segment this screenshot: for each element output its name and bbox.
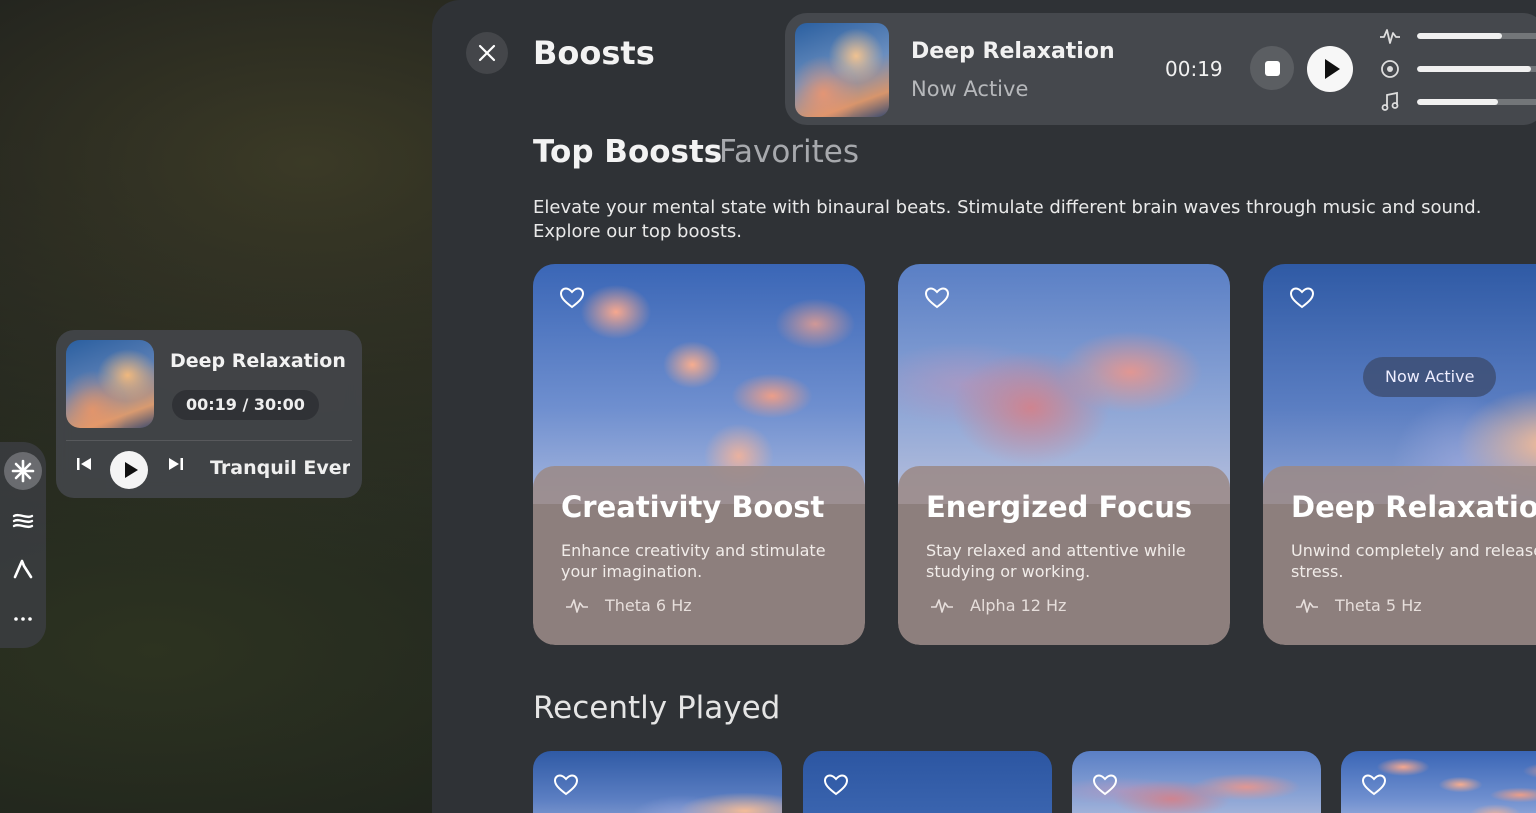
mini-player-time: 00:19 / 30:00 <box>172 390 319 420</box>
card-info-panel: Deep Relaxation Unwind completely and re… <box>1263 466 1536 645</box>
stop-button[interactable] <box>1250 46 1294 90</box>
boost-card-focus[interactable]: Energized Focus Stay relaxed and attenti… <box>898 264 1230 645</box>
play-button[interactable] <box>1307 46 1353 92</box>
tab-favorites[interactable]: Favorites <box>719 134 859 170</box>
waveform-icon <box>931 599 953 613</box>
boost-card-creativity[interactable]: Creativity Boost Enhance creativity and … <box>533 264 865 645</box>
heart-icon[interactable] <box>1092 773 1118 797</box>
boosts-window: Boosts Deep Relaxation Now Active 00:19 <box>432 0 1536 813</box>
music-volume-slider[interactable] <box>1417 99 1536 105</box>
music-level-icon <box>1379 91 1401 113</box>
card-info-panel: Creativity Boost Enhance creativity and … <box>533 466 865 645</box>
ambient-volume-fill <box>1417 66 1532 72</box>
asterisk-icon <box>11 459 35 483</box>
now-active-badge: Now Active <box>1363 357 1497 397</box>
heart-icon[interactable] <box>924 286 950 310</box>
ambient-level-icon <box>1379 58 1401 80</box>
waveform-icon <box>1380 29 1400 44</box>
binaural-level-icon <box>1379 25 1401 47</box>
skip-forward-icon <box>169 458 183 470</box>
card-frequency: Theta 5 Hz <box>1335 596 1422 615</box>
recent-card[interactable] <box>1341 751 1536 813</box>
now-playing-artwork <box>795 23 889 117</box>
card-description: Stay relaxed and attentive while studyin… <box>926 541 1186 581</box>
toolbar-explore-button[interactable] <box>4 550 42 588</box>
music-volume-fill <box>1417 99 1498 105</box>
now-playing-bar: Deep Relaxation Now Active 00:19 <box>785 13 1536 125</box>
recent-card[interactable] <box>1072 751 1321 813</box>
card-description: Enhance creativity and stimulate your im… <box>561 541 826 581</box>
mini-player: Deep Relaxation 00:19 / 30:00 Tranquil E… <box>56 330 362 498</box>
heart-icon[interactable] <box>553 773 579 797</box>
next-track-label: Tranquil Evenin <box>210 457 350 479</box>
play-icon <box>1325 59 1340 79</box>
toolbar-more-button[interactable] <box>4 600 42 638</box>
compass-icon <box>13 559 33 579</box>
card-description: Unwind completely and release stress. <box>1291 541 1536 581</box>
recent-card[interactable] <box>533 751 782 813</box>
heart-icon[interactable] <box>1289 286 1315 310</box>
card-title: Deep Relaxation <box>1291 490 1536 524</box>
card-info-panel: Energized Focus Stay relaxed and attenti… <box>898 466 1230 645</box>
more-icon <box>14 617 32 621</box>
music-note-icon <box>1381 91 1399 111</box>
now-playing-elapsed: 00:19 <box>1165 57 1223 81</box>
close-button[interactable] <box>466 32 508 74</box>
page-title: Boosts <box>533 34 655 72</box>
card-title: Energized Focus <box>926 490 1193 524</box>
now-playing-title: Deep Relaxation <box>911 39 1115 64</box>
card-frequency: Theta 6 Hz <box>605 596 692 615</box>
recently-played-title: Recently Played <box>533 690 781 726</box>
skip-back-icon <box>77 458 91 470</box>
previous-track-button[interactable] <box>72 452 96 476</box>
heart-icon[interactable] <box>823 773 849 797</box>
heart-icon[interactable] <box>1361 773 1387 797</box>
stop-icon <box>1264 60 1280 76</box>
mini-player-artwork <box>66 340 154 428</box>
card-title: Creativity Boost <box>561 490 825 524</box>
mini-player-divider <box>66 440 352 441</box>
heart-icon[interactable] <box>559 286 585 310</box>
left-toolbar <box>0 442 46 648</box>
mini-player-title: Deep Relaxation <box>170 350 346 372</box>
card-frequency: Alpha 12 Hz <box>970 596 1067 615</box>
tab-top-boosts[interactable]: Top Boosts <box>533 134 722 170</box>
next-track-button[interactable] <box>164 452 188 476</box>
mini-play-button[interactable] <box>110 451 148 489</box>
waveform-icon <box>566 599 588 613</box>
ambient-volume-slider[interactable] <box>1417 66 1536 72</box>
binaural-volume-slider[interactable] <box>1417 33 1536 39</box>
target-icon <box>1381 60 1399 78</box>
close-icon <box>478 44 496 62</box>
waveform-icon <box>1296 599 1318 613</box>
toolbar-boosts-button[interactable] <box>4 452 42 490</box>
play-icon <box>125 462 138 478</box>
recent-card[interactable] <box>803 751 1052 813</box>
boost-card-relaxation[interactable]: Now Active Deep Relaxation Unwind comple… <box>1263 264 1536 645</box>
now-playing-status: Now Active <box>911 77 1029 101</box>
binaural-volume-fill <box>1417 33 1502 39</box>
page-description: Elevate your mental state with binaural … <box>533 197 1482 242</box>
toolbar-soundscapes-button[interactable] <box>4 502 42 540</box>
waves-icon <box>12 513 34 529</box>
